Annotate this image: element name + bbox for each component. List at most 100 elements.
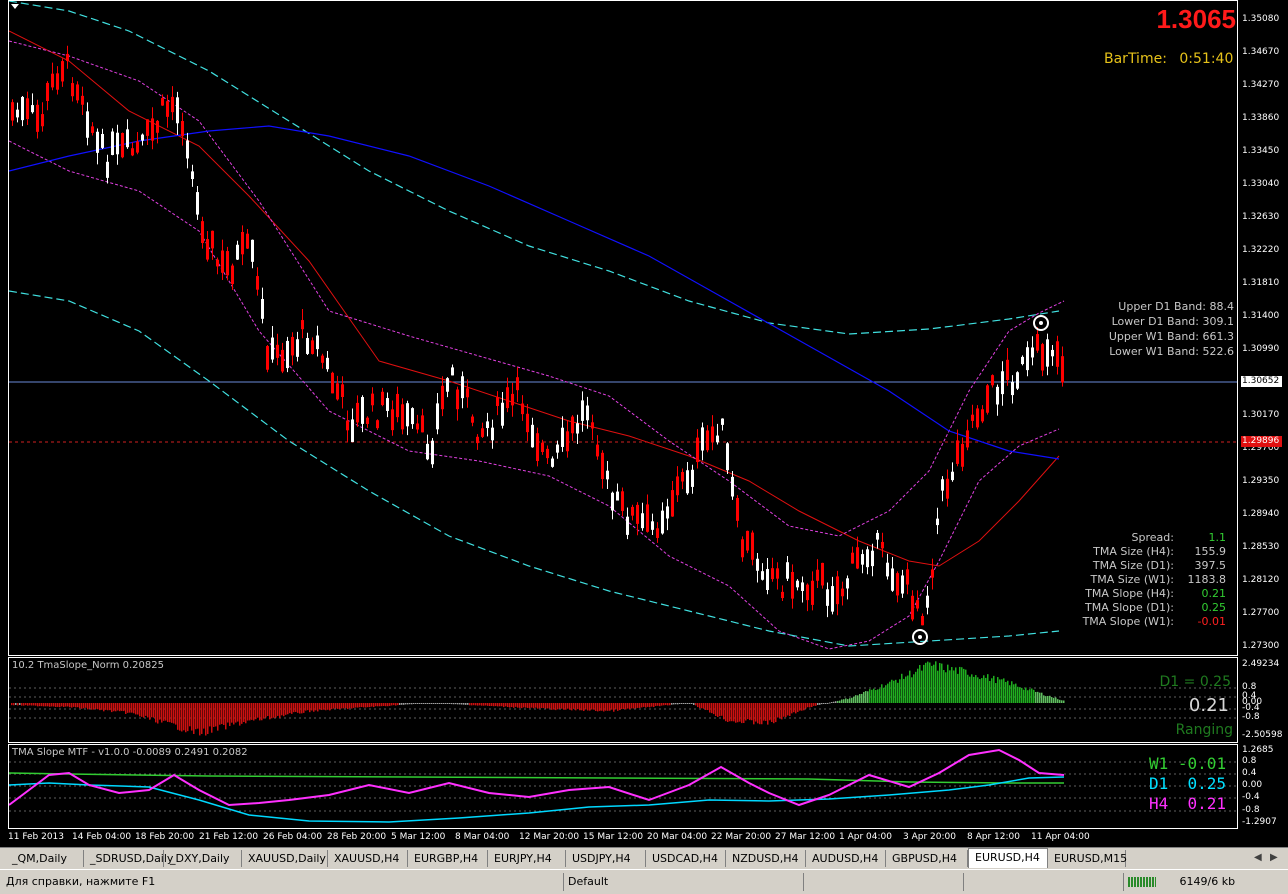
ind1-histogram-bar — [509, 703, 511, 708]
ind1-histogram-bar — [783, 703, 785, 717]
ind1-histogram-bar — [845, 698, 847, 703]
candle-body — [281, 349, 284, 372]
chart-tab[interactable]: _DXY,Daily — [164, 850, 242, 867]
chart-tab[interactable]: USDJPY,H4 — [566, 850, 646, 867]
ind1-histogram-bar — [1021, 687, 1023, 703]
ind1-histogram-bar — [989, 680, 991, 703]
chart-tab[interactable]: XAUUSD,Daily — [242, 850, 328, 867]
ind1-histogram-bar — [507, 703, 509, 707]
chart-menu-arrow-icon[interactable] — [11, 4, 19, 9]
candle-body — [446, 378, 449, 392]
ind1-histogram-bar — [93, 703, 95, 710]
ind1-histogram-bar — [269, 703, 271, 720]
ind1-histogram-bar — [69, 703, 71, 708]
ind1-histogram-bar — [37, 703, 39, 707]
candle-body — [771, 568, 774, 580]
ind1-histogram-bar — [253, 703, 255, 721]
ind1-histogram-bar — [465, 703, 467, 705]
chart-tab[interactable]: EURJPY,H4 — [488, 850, 566, 867]
ind1-histogram-bar — [359, 703, 361, 708]
ind1-histogram-bar — [1039, 692, 1041, 703]
time-axis-label: 27 Mar 12:00 — [775, 832, 836, 842]
candle-body — [901, 575, 904, 594]
chart-tab[interactable]: EURUSD,H4 — [968, 848, 1048, 868]
tma-slope-mtf-panel[interactable]: TMA Slope MTF - v1.0.0 -0.0089 0.2491 0.… — [8, 744, 1238, 829]
ind1-histogram-bar — [119, 703, 121, 712]
ind1-histogram-bar — [475, 703, 477, 706]
ind1-histogram-bar — [969, 676, 971, 703]
price-chart-panel[interactable] — [8, 0, 1238, 656]
ind1-histogram-bar — [219, 703, 221, 725]
ind1-histogram-bar — [193, 703, 195, 734]
candle-body — [456, 389, 459, 410]
candle-body — [71, 83, 74, 97]
candle-body — [541, 442, 544, 452]
candle-body — [716, 435, 719, 443]
price-scale-label: 1.27300 — [1242, 641, 1280, 651]
ind1-histogram-bar — [717, 703, 719, 718]
ind1-histogram-bar — [437, 703, 439, 704]
candle-body — [896, 573, 899, 596]
ind1-histogram-bar — [857, 695, 859, 703]
ind1-histogram-bar — [699, 703, 701, 709]
candle-body — [711, 426, 714, 442]
tab-scroll-right-icon[interactable]: ▶ — [1270, 852, 1278, 863]
ind1-histogram-bar — [195, 703, 197, 730]
stats-value: 397.5 — [1194, 559, 1227, 572]
chart-tab[interactable]: _QM,Daily — [6, 850, 84, 867]
ind1-histogram-bar — [49, 703, 51, 707]
price-scale[interactable]: 1.35080 1.34670 1.34270 1.33860 1.33450 1.330… — [1238, 0, 1284, 656]
ind1-histogram-bar — [575, 703, 577, 711]
candle-body — [1056, 341, 1059, 367]
candle-body — [161, 98, 164, 106]
ind1-histogram-bar — [39, 703, 41, 707]
ind1-histogram-bar — [879, 688, 881, 703]
chart-tab[interactable]: AUDUSD,H4 — [806, 850, 886, 867]
ind2-scale-label: 0.00 — [1242, 780, 1263, 790]
tmaslope-norm-panel[interactable]: 10.2 TmaSlope_Norm 0.20825 D1 = 0.25 0.2… — [8, 657, 1238, 743]
ind1-histogram-bar — [609, 703, 611, 711]
candle-body — [581, 400, 584, 421]
ind1-histogram-bar — [223, 703, 225, 726]
stats-label: TMA Slope (H4): — [1085, 587, 1174, 600]
chart-tab[interactable]: EURGBP,H4 — [408, 850, 488, 867]
ind1-histogram-bar — [85, 703, 87, 708]
ind1-histogram-bar — [817, 703, 819, 705]
ind1-histogram-bar — [797, 703, 799, 712]
ind1-histogram-bar — [607, 703, 609, 711]
tab-scroll-left-icon[interactable]: ◀ — [1254, 852, 1262, 863]
ind1-histogram-bar — [409, 703, 411, 705]
ind1-histogram-bar — [843, 699, 845, 703]
chart-tab[interactable]: XAUUSD,H4 — [328, 850, 408, 867]
ind1-histogram-bar — [763, 703, 765, 721]
chart-tab[interactable]: EURUSD,M15 — [1048, 850, 1127, 867]
chart-window[interactable]: 1.3065 BarTime: 0:51:40 Upper D1 Band: 8… — [0, 0, 1288, 847]
ind1-histogram-bar — [829, 702, 831, 704]
candle-body — [116, 132, 119, 155]
candle-body — [526, 413, 529, 433]
ind1-histogram-bar — [387, 703, 389, 707]
ind1-histogram-bar — [185, 703, 187, 733]
ind1-histogram-bar — [649, 703, 651, 708]
ind1-histogram-bar — [361, 703, 363, 708]
price-scale-label: 1.29350 — [1242, 476, 1280, 486]
ind1-histogram-bar — [647, 703, 649, 707]
ind1-histogram-bar — [293, 703, 295, 713]
ind1-histogram-bar — [265, 703, 267, 718]
ind1-histogram-bar — [831, 702, 833, 704]
upper-d1-label: Upper D1 Band: — [1118, 300, 1206, 313]
ind1-scale-label: -0.8 — [1242, 712, 1260, 722]
chart-tab[interactable]: USDCAD,H4 — [646, 850, 726, 867]
chart-tab[interactable]: _SDRUSD,Daily — [84, 850, 173, 867]
candle-body — [931, 569, 934, 578]
ind1-histogram-bar — [941, 663, 943, 703]
stats-value: 1183.8 — [1187, 573, 1227, 586]
ind1-histogram-bar — [57, 703, 59, 707]
candle-body — [856, 547, 859, 569]
time-axis[interactable]: 11 Feb 2013 14 Feb 04:00 18 Feb 20:00 21 Fe… — [8, 830, 1238, 846]
chart-tab[interactable]: NZDUSD,H4 — [726, 850, 806, 867]
ind2-scale-label: 0.4 — [1242, 768, 1257, 778]
chart-tab[interactable]: GBPUSD,H4 — [886, 850, 968, 867]
ind1-histogram-bar — [781, 703, 783, 720]
ind1-histogram-bar — [959, 666, 961, 703]
